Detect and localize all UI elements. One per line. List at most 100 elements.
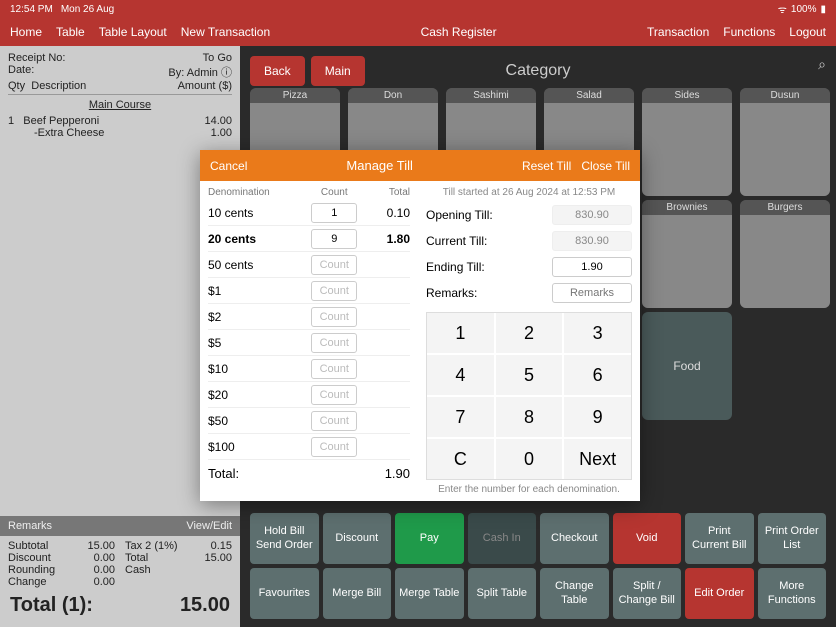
battery-icon: ▮ bbox=[820, 4, 826, 15]
count-header: Count bbox=[309, 187, 360, 198]
denom-row[interactable]: $2 bbox=[208, 304, 410, 330]
keypad-key-4[interactable]: 4 bbox=[427, 355, 494, 395]
denom-row[interactable]: 50 cents bbox=[208, 252, 410, 278]
category-label: Sashimi bbox=[446, 88, 536, 103]
line-name[interactable]: Beef Pepperoni bbox=[23, 115, 99, 127]
denom-name: $10 bbox=[208, 362, 309, 376]
denom-row[interactable]: $100 bbox=[208, 434, 410, 460]
action-favourites[interactable]: Favourites bbox=[250, 568, 319, 619]
action-split-change-bill[interactable]: Split /Change Bill bbox=[613, 568, 682, 619]
category-label: Burgers bbox=[740, 200, 830, 215]
remarks-viewedit[interactable]: View/Edit bbox=[186, 520, 232, 532]
amount-header: Amount ($) bbox=[178, 80, 232, 92]
food-tile-label: Food bbox=[673, 359, 700, 373]
category-tile-sides[interactable]: Sides bbox=[642, 88, 732, 196]
cash-val bbox=[179, 564, 233, 576]
remarks-till-input[interactable] bbox=[552, 283, 632, 303]
keypad-key-2[interactable]: 2 bbox=[496, 313, 563, 353]
keypad-key-next[interactable]: Next bbox=[564, 439, 631, 479]
main-button[interactable]: Main bbox=[311, 56, 365, 86]
denom-name: $5 bbox=[208, 336, 309, 350]
total-val: 15.00 bbox=[179, 552, 233, 564]
line-modifier[interactable]: -Extra Cheese bbox=[8, 127, 104, 139]
back-button[interactable]: Back bbox=[250, 56, 305, 86]
denom-name: 50 cents bbox=[208, 258, 309, 272]
action-edit-order[interactable]: Edit Order bbox=[685, 568, 754, 619]
denom-row[interactable]: $20 bbox=[208, 382, 410, 408]
denom-row[interactable]: $5 bbox=[208, 330, 410, 356]
denom-row[interactable]: 20 cents1.80 bbox=[208, 226, 410, 252]
total-lbl: Total bbox=[125, 552, 179, 564]
action-hold-bill-send-order[interactable]: Hold BillSend Order bbox=[250, 513, 319, 564]
action-pay[interactable]: Pay bbox=[395, 513, 464, 564]
denom-name: $100 bbox=[208, 440, 309, 454]
action-void[interactable]: Void bbox=[613, 513, 682, 564]
menu-transaction[interactable]: Transaction bbox=[647, 25, 709, 39]
menu-functions[interactable]: Functions bbox=[723, 25, 775, 39]
modal-reset-button[interactable]: Reset Till bbox=[522, 159, 571, 173]
remarks-label: Remarks bbox=[8, 520, 52, 532]
denom-count-input[interactable] bbox=[311, 333, 357, 353]
menu-table[interactable]: Table bbox=[56, 25, 85, 39]
denom-count-input[interactable] bbox=[311, 411, 357, 431]
menu-logout[interactable]: Logout bbox=[789, 25, 826, 39]
modal-title: Manage Till bbox=[247, 158, 512, 173]
tax-lbl: Tax 2 (1%) bbox=[125, 540, 179, 552]
category-tile-food[interactable]: Food bbox=[642, 312, 732, 420]
rounding-val: 0.00 bbox=[62, 564, 126, 576]
action-print-order-list[interactable]: Print OrderList bbox=[758, 513, 827, 564]
denom-count-input[interactable] bbox=[311, 307, 357, 327]
denom-row[interactable]: $10 bbox=[208, 356, 410, 382]
menu-table-layout[interactable]: Table Layout bbox=[99, 25, 167, 39]
denom-count-input[interactable] bbox=[311, 203, 357, 223]
remarks-bar[interactable]: Remarks View/Edit bbox=[0, 516, 240, 536]
denom-count-input[interactable] bbox=[311, 385, 357, 405]
info-icon[interactable]: ⓘ bbox=[221, 67, 232, 79]
action-cash-in[interactable]: Cash In bbox=[468, 513, 537, 564]
keypad-key-7[interactable]: 7 bbox=[427, 397, 494, 437]
action-discount[interactable]: Discount bbox=[323, 513, 392, 564]
denom-count-input[interactable] bbox=[311, 437, 357, 457]
action-merge-table[interactable]: Merge Table bbox=[395, 568, 464, 619]
action-merge-bill[interactable]: Merge Bill bbox=[323, 568, 392, 619]
category-tile-dusun[interactable]: Dusun bbox=[740, 88, 830, 196]
totals-pane: Subtotal15.00Tax 2 (1%)0.15 Discount0.00… bbox=[0, 536, 240, 627]
denom-count-input[interactable] bbox=[311, 229, 357, 249]
modal-cancel-button[interactable]: Cancel bbox=[210, 159, 247, 173]
denom-row[interactable]: 10 cents0.10 bbox=[208, 200, 410, 226]
action-more-functions[interactable]: MoreFunctions bbox=[758, 568, 827, 619]
denom-name: $20 bbox=[208, 388, 309, 402]
denom-count-input[interactable] bbox=[311, 255, 357, 275]
ending-till-input[interactable] bbox=[552, 257, 632, 277]
action-change-table[interactable]: ChangeTable bbox=[540, 568, 609, 619]
denom-row[interactable]: $50 bbox=[208, 408, 410, 434]
modal-close-button[interactable]: Close Till bbox=[581, 159, 630, 173]
action-split-table[interactable]: Split Table bbox=[468, 568, 537, 619]
keypad-key-6[interactable]: 6 bbox=[564, 355, 631, 395]
denom-count-input[interactable] bbox=[311, 281, 357, 301]
category-tile-burgers[interactable]: Burgers bbox=[740, 200, 830, 308]
line-price: 14.00 bbox=[204, 115, 232, 127]
subtotal-val: 15.00 bbox=[62, 540, 126, 552]
change-val: 0.00 bbox=[62, 576, 126, 588]
current-till-lbl: Current Till: bbox=[426, 234, 487, 248]
keypad-key-3[interactable]: 3 bbox=[564, 313, 631, 353]
keypad-key-c[interactable]: C bbox=[427, 439, 494, 479]
denom-count-input[interactable] bbox=[311, 359, 357, 379]
denom-row-total: 1.80 bbox=[360, 232, 411, 246]
cash-lbl: Cash bbox=[125, 564, 179, 576]
menu-new-transaction[interactable]: New Transaction bbox=[181, 25, 270, 39]
keypad-key-0[interactable]: 0 bbox=[496, 439, 563, 479]
keypad-key-1[interactable]: 1 bbox=[427, 313, 494, 353]
category-label: Brownies bbox=[642, 200, 732, 215]
action-print-current-bill[interactable]: PrintCurrent Bill bbox=[685, 513, 754, 564]
action-checkout[interactable]: Checkout bbox=[540, 513, 609, 564]
keypad-key-8[interactable]: 8 bbox=[496, 397, 563, 437]
denom-row[interactable]: $1 bbox=[208, 278, 410, 304]
keypad-key-9[interactable]: 9 bbox=[564, 397, 631, 437]
barcode-search-icon[interactable]: ⌕ bbox=[818, 56, 826, 73]
keypad-key-5[interactable]: 5 bbox=[496, 355, 563, 395]
category-tile-brownies[interactable]: Brownies bbox=[642, 200, 732, 308]
opening-till-lbl: Opening Till: bbox=[426, 208, 493, 222]
menu-home[interactable]: Home bbox=[10, 25, 42, 39]
